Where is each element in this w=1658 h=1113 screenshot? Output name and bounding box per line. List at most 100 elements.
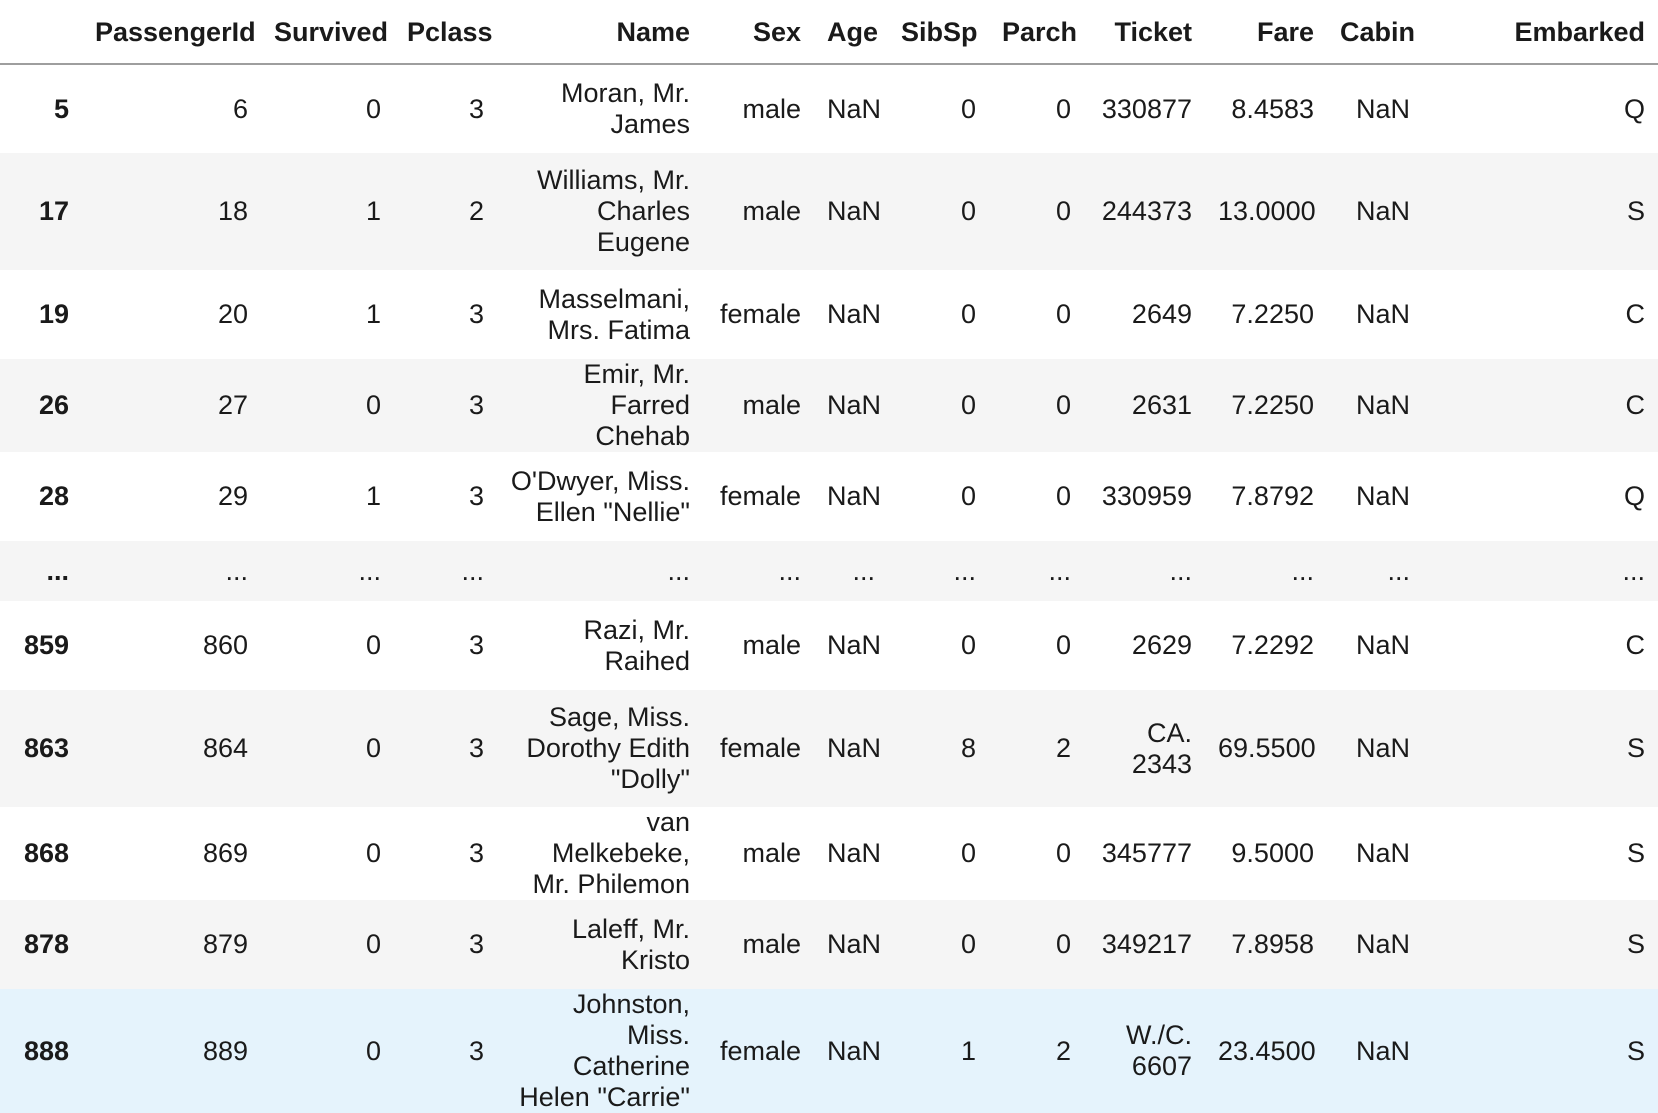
cell-cabin: NaN [1355,733,1410,763]
cell-cabin: NaN [1355,630,1410,660]
table-row[interactable]: 5 6 0 3 Moran, Mr. James male NaN 0 0 330877 8.4583… [0,64,1658,153]
cell-sibsp: 0 [960,299,976,329]
cell-name: O'Dwyer, Miss. Ellen "Nellie" [510,465,690,527]
cell-passengerid: 27 [217,390,248,420]
table-row[interactable]: 868 869 0 3 van Melkebeke, Mr. Philemon male Na… [0,807,1658,900]
cell-sibsp: 0 [960,196,976,226]
cell-name: Sage, Miss. Dorothy Edith "Dolly" [526,702,690,794]
cell-passengerid: ... [225,555,248,586]
cell-embarked: S [1626,196,1645,226]
cell-name: Masselmani, Mrs. Fatima [538,283,690,345]
cell-parch: 2 [1055,733,1071,763]
dataframe-table: PassengerId Survived Pclass Name Sex Age… [0,2,1658,1113]
cell-sibsp: 0 [960,929,976,959]
cell-survived: 0 [365,838,381,868]
cell-name: van Melkebeke, Mr. Philemon [532,807,690,899]
cell-parch: ... [1048,555,1071,586]
table-row[interactable]: 26 27 0 3 Emir, Mr. Farred Chehab male NaN 0 0 263… [0,359,1658,452]
cell-ticket: 349217 [1101,929,1192,959]
cell-sex: male [742,196,801,226]
cell-passengerid: 869 [202,838,248,868]
cell-pclass: 3 [468,1035,484,1066]
cell-survived: 0 [365,390,381,420]
cell-ticket: 244373 [1101,196,1192,226]
cell-parch: 0 [1055,196,1071,226]
cell-ticket: 330959 [1101,481,1192,511]
cell-passengerid: 860 [202,630,248,660]
cell-cabin: ... [1387,555,1410,586]
cell-pclass: 3 [468,630,484,660]
cell-fare: 7.8792 [1231,481,1314,511]
table-row[interactable]: 863 864 0 3 Sage, Miss. Dorothy Edith "Dolly" f… [0,690,1658,807]
cell-cabin: NaN [1355,481,1410,511]
cell-age: NaN [827,196,882,226]
header-row: PassengerId Survived Pclass Name Sex Age… [0,2,1658,65]
table-row[interactable]: 19 20 1 3 Masselmani, Mrs. Fatima female NaN 0 0 2… [0,270,1658,359]
cell-passengerid: 879 [202,929,248,959]
header-sibsp: SibSp [888,2,989,65]
table-row[interactable]: 859 860 0 3 Razi, Mr. Raihed male NaN 0 0 2629 7.22… [0,601,1658,690]
cell-ticket: 2629 [1131,630,1192,660]
cell-name: Williams, Mr. Charles Eugene [537,165,690,257]
cell-name: Emir, Mr. Farred Chehab [583,359,691,451]
table-row[interactable]: ....................................... [0,541,1658,601]
cell-ticket: 2649 [1131,299,1192,329]
cell-age: NaN [827,1035,882,1066]
row-index: ... [46,555,69,586]
cell-sex: ... [778,555,801,586]
cell-fare: 7.8958 [1231,929,1314,959]
row-index: 5 [53,93,69,124]
cell-ticket: 330877 [1101,93,1192,124]
row-index: 878 [23,929,69,959]
cell-survived: 0 [365,630,381,660]
cell-pclass: 3 [468,390,484,420]
row-index: 859 [23,630,69,660]
cell-name: Razi, Mr. Raihed [583,614,690,676]
cell-survived: 1 [365,481,381,511]
header-sex: Sex [703,2,814,65]
table-row[interactable]: 878 879 0 3 Laleff, Mr. Kristo male NaN 0 0 349217… [0,900,1658,989]
cell-sex: female [719,299,801,329]
cell-passengerid: 20 [217,299,248,329]
cell-survived: 1 [365,196,381,226]
cell-parch: 0 [1055,838,1071,868]
cell-cabin: NaN [1355,390,1410,420]
cell-sex: male [742,93,801,124]
cell-pclass: 3 [468,838,484,868]
cell-name: Moran, Mr. James [560,78,690,139]
cell-fare: 69.5500 [1218,733,1316,763]
cell-sex: male [742,838,801,868]
cell-cabin: NaN [1355,1035,1410,1066]
cell-passengerid: 864 [202,733,248,763]
cell-pclass: ... [461,555,484,586]
cell-embarked: Q [1623,481,1645,511]
cell-embarked: C [1625,390,1646,420]
table-body: 5 6 0 3 Moran, Mr. James male NaN 0 0 330877 8.4583… [0,64,1658,1113]
cell-sibsp: 0 [960,390,976,420]
cell-fare: ... [1291,555,1314,586]
cell-embarked: Q [1623,93,1645,124]
cell-embarked: C [1625,630,1646,660]
cell-age: NaN [827,838,882,868]
cell-passengerid: 18 [217,196,248,226]
cell-age: NaN [827,299,882,329]
table-row[interactable]: 888 889 0 3 Johnston, Miss. Catherine Helen "C… [0,989,1658,1113]
cell-fare: 7.2292 [1231,630,1314,660]
table-row[interactable]: 28 29 1 3 O'Dwyer, Miss. Ellen "Nellie" female… [0,452,1658,541]
cell-survived: ... [358,555,381,586]
cell-age: NaN [827,481,882,511]
cell-sex: female [719,733,801,763]
cell-pclass: 2 [468,196,484,226]
header-survived: Survived [261,2,394,65]
cell-age: NaN [827,630,882,660]
cell-cabin: NaN [1355,93,1410,124]
cell-age: NaN [827,93,882,124]
cell-age: NaN [827,929,882,959]
cell-pclass: 3 [468,929,484,959]
table-row[interactable]: 17 18 1 2 Williams, Mr. Charles Eugene male NaN 0… [0,153,1658,270]
header-fare: Fare [1205,2,1327,65]
cell-name: ... [667,555,690,586]
cell-fare: 9.5000 [1231,838,1314,868]
cell-parch: 0 [1055,93,1071,124]
cell-age: ... [852,555,875,586]
